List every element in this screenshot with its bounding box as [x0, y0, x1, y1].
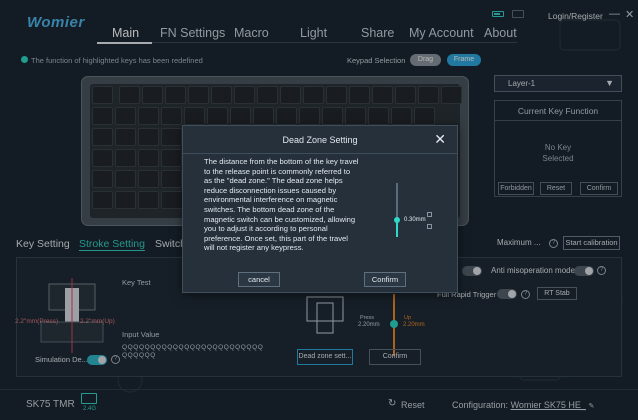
- increase-icon[interactable]: [427, 212, 432, 217]
- decrease-icon[interactable]: [427, 224, 432, 229]
- dead-zone-value: 0.30mm: [404, 217, 426, 223]
- dialog-cancel-button[interactable]: cancel: [238, 272, 280, 287]
- dialog-divider: [183, 153, 457, 154]
- dialog-confirm-button[interactable]: Confirm: [364, 272, 406, 287]
- dialog-close-icon[interactable]: ✕: [434, 131, 446, 148]
- dialog-description: The distance from the bottom of the key …: [204, 157, 359, 253]
- dead-zone-slider-knob[interactable]: [394, 217, 400, 223]
- dialog-title: Dead Zone Setting: [282, 135, 358, 145]
- dead-zone-dialog: Dead Zone Setting ✕ The distance from th…: [182, 125, 458, 293]
